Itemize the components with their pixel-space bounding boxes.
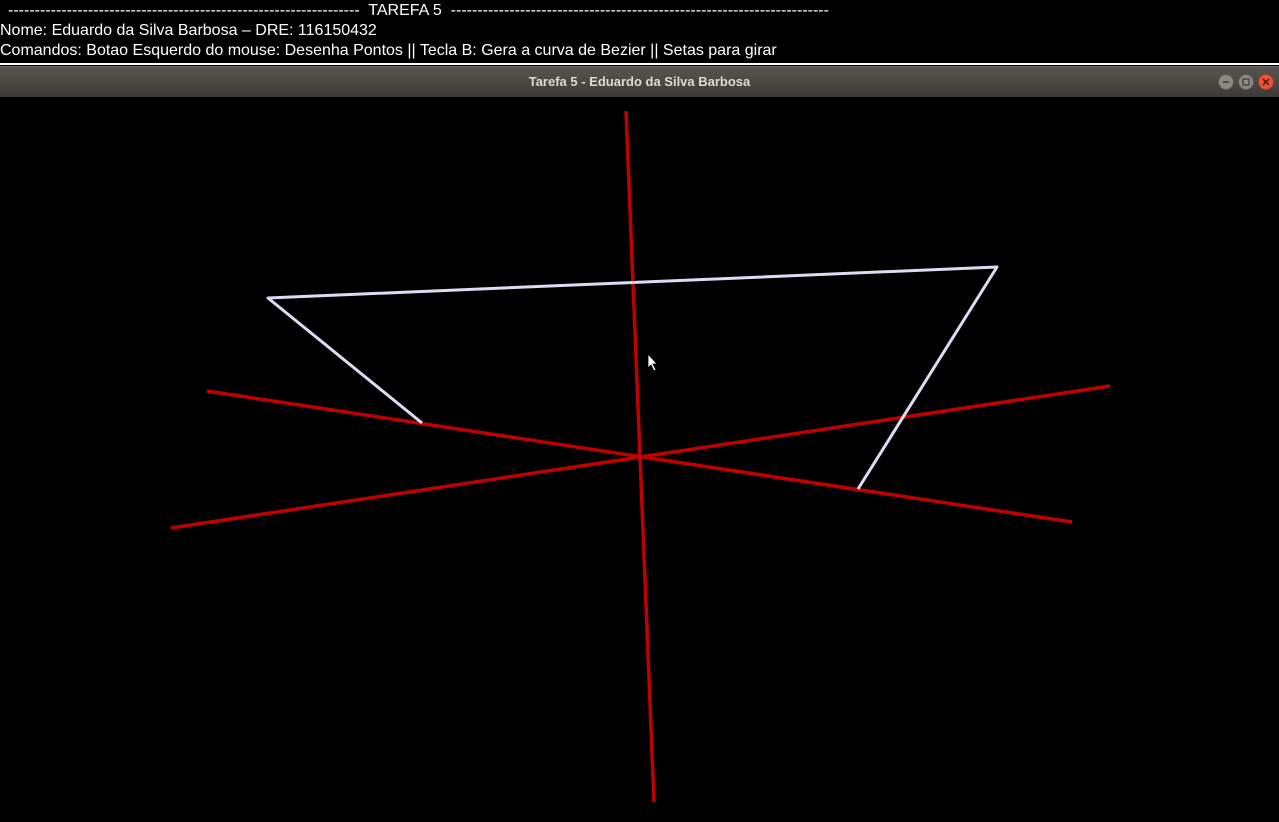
window-titlebar[interactable]: Tarefa 5 - Eduardo da Silva Barbosa bbox=[0, 66, 1279, 97]
scene-svg bbox=[170, 110, 1111, 803]
maximize-button[interactable] bbox=[1238, 74, 1254, 90]
drawing-canvas[interactable] bbox=[0, 97, 1279, 817]
opengl-window: Tarefa 5 - Eduardo da Silva Barbosa bbox=[0, 66, 1279, 817]
window-title: Tarefa 5 - Eduardo da Silva Barbosa bbox=[528, 74, 751, 89]
mouse-cursor-icon bbox=[647, 352, 658, 372]
minimize-button[interactable] bbox=[1218, 74, 1234, 90]
minimize-icon bbox=[1223, 81, 1229, 83]
terminal-header-line: ----------------------------------------… bbox=[8, 2, 829, 19]
terminal-name-line: Nome: Eduardo da Silva Barbosa – DRE: 11… bbox=[0, 22, 377, 39]
terminal-output: ----------------------------------------… bbox=[0, 0, 1279, 66]
terminal-commands-line: Comandos: Botao Esquerdo do mouse: Desen… bbox=[0, 42, 777, 59]
terminal-separator bbox=[0, 63, 1279, 65]
close-button[interactable] bbox=[1258, 74, 1274, 90]
close-icon bbox=[1262, 78, 1270, 86]
maximize-icon bbox=[1242, 78, 1250, 86]
